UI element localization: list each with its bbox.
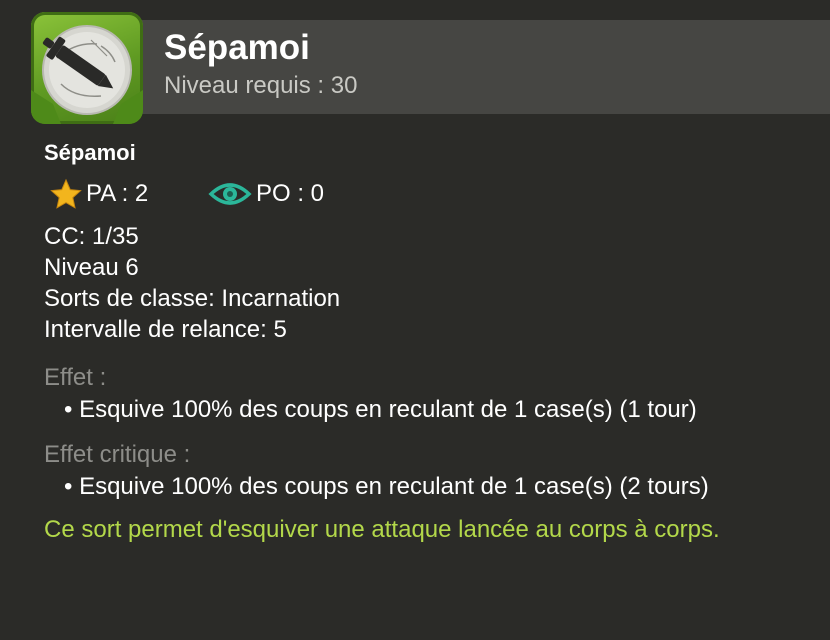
spell-title: Sépamoi xyxy=(164,28,310,67)
po-stat: PO : 0 xyxy=(208,178,324,210)
pa-label: PA : 2 xyxy=(86,180,149,207)
spell-description: Ce sort permet d'esquiver une attaque la… xyxy=(44,516,720,543)
eye-icon xyxy=(208,178,256,210)
critical-effect-item: • Esquive 100% des coups en reculant de … xyxy=(64,473,709,500)
effect-item: • Esquive 100% des coups en reculant de … xyxy=(64,396,697,423)
spell-level: Niveau 6 xyxy=(44,254,139,281)
spell-name: Sépamoi xyxy=(44,140,136,165)
cooldown: Intervalle de relance: 5 xyxy=(44,316,287,343)
critical-chance: CC: 1/35 xyxy=(44,223,139,250)
spell-class: Sorts de classe: Incarnation xyxy=(44,285,341,312)
effect-label: Effet : xyxy=(44,364,107,391)
po-label: PO : 0 xyxy=(256,180,325,207)
critical-effect-label: Effet critique : xyxy=(44,441,191,468)
required-level: Niveau requis : 30 xyxy=(164,72,358,99)
pa-stat: PA : 2 xyxy=(50,178,148,210)
star-icon xyxy=(50,178,86,210)
dodge-blade-spell-icon xyxy=(31,12,143,124)
